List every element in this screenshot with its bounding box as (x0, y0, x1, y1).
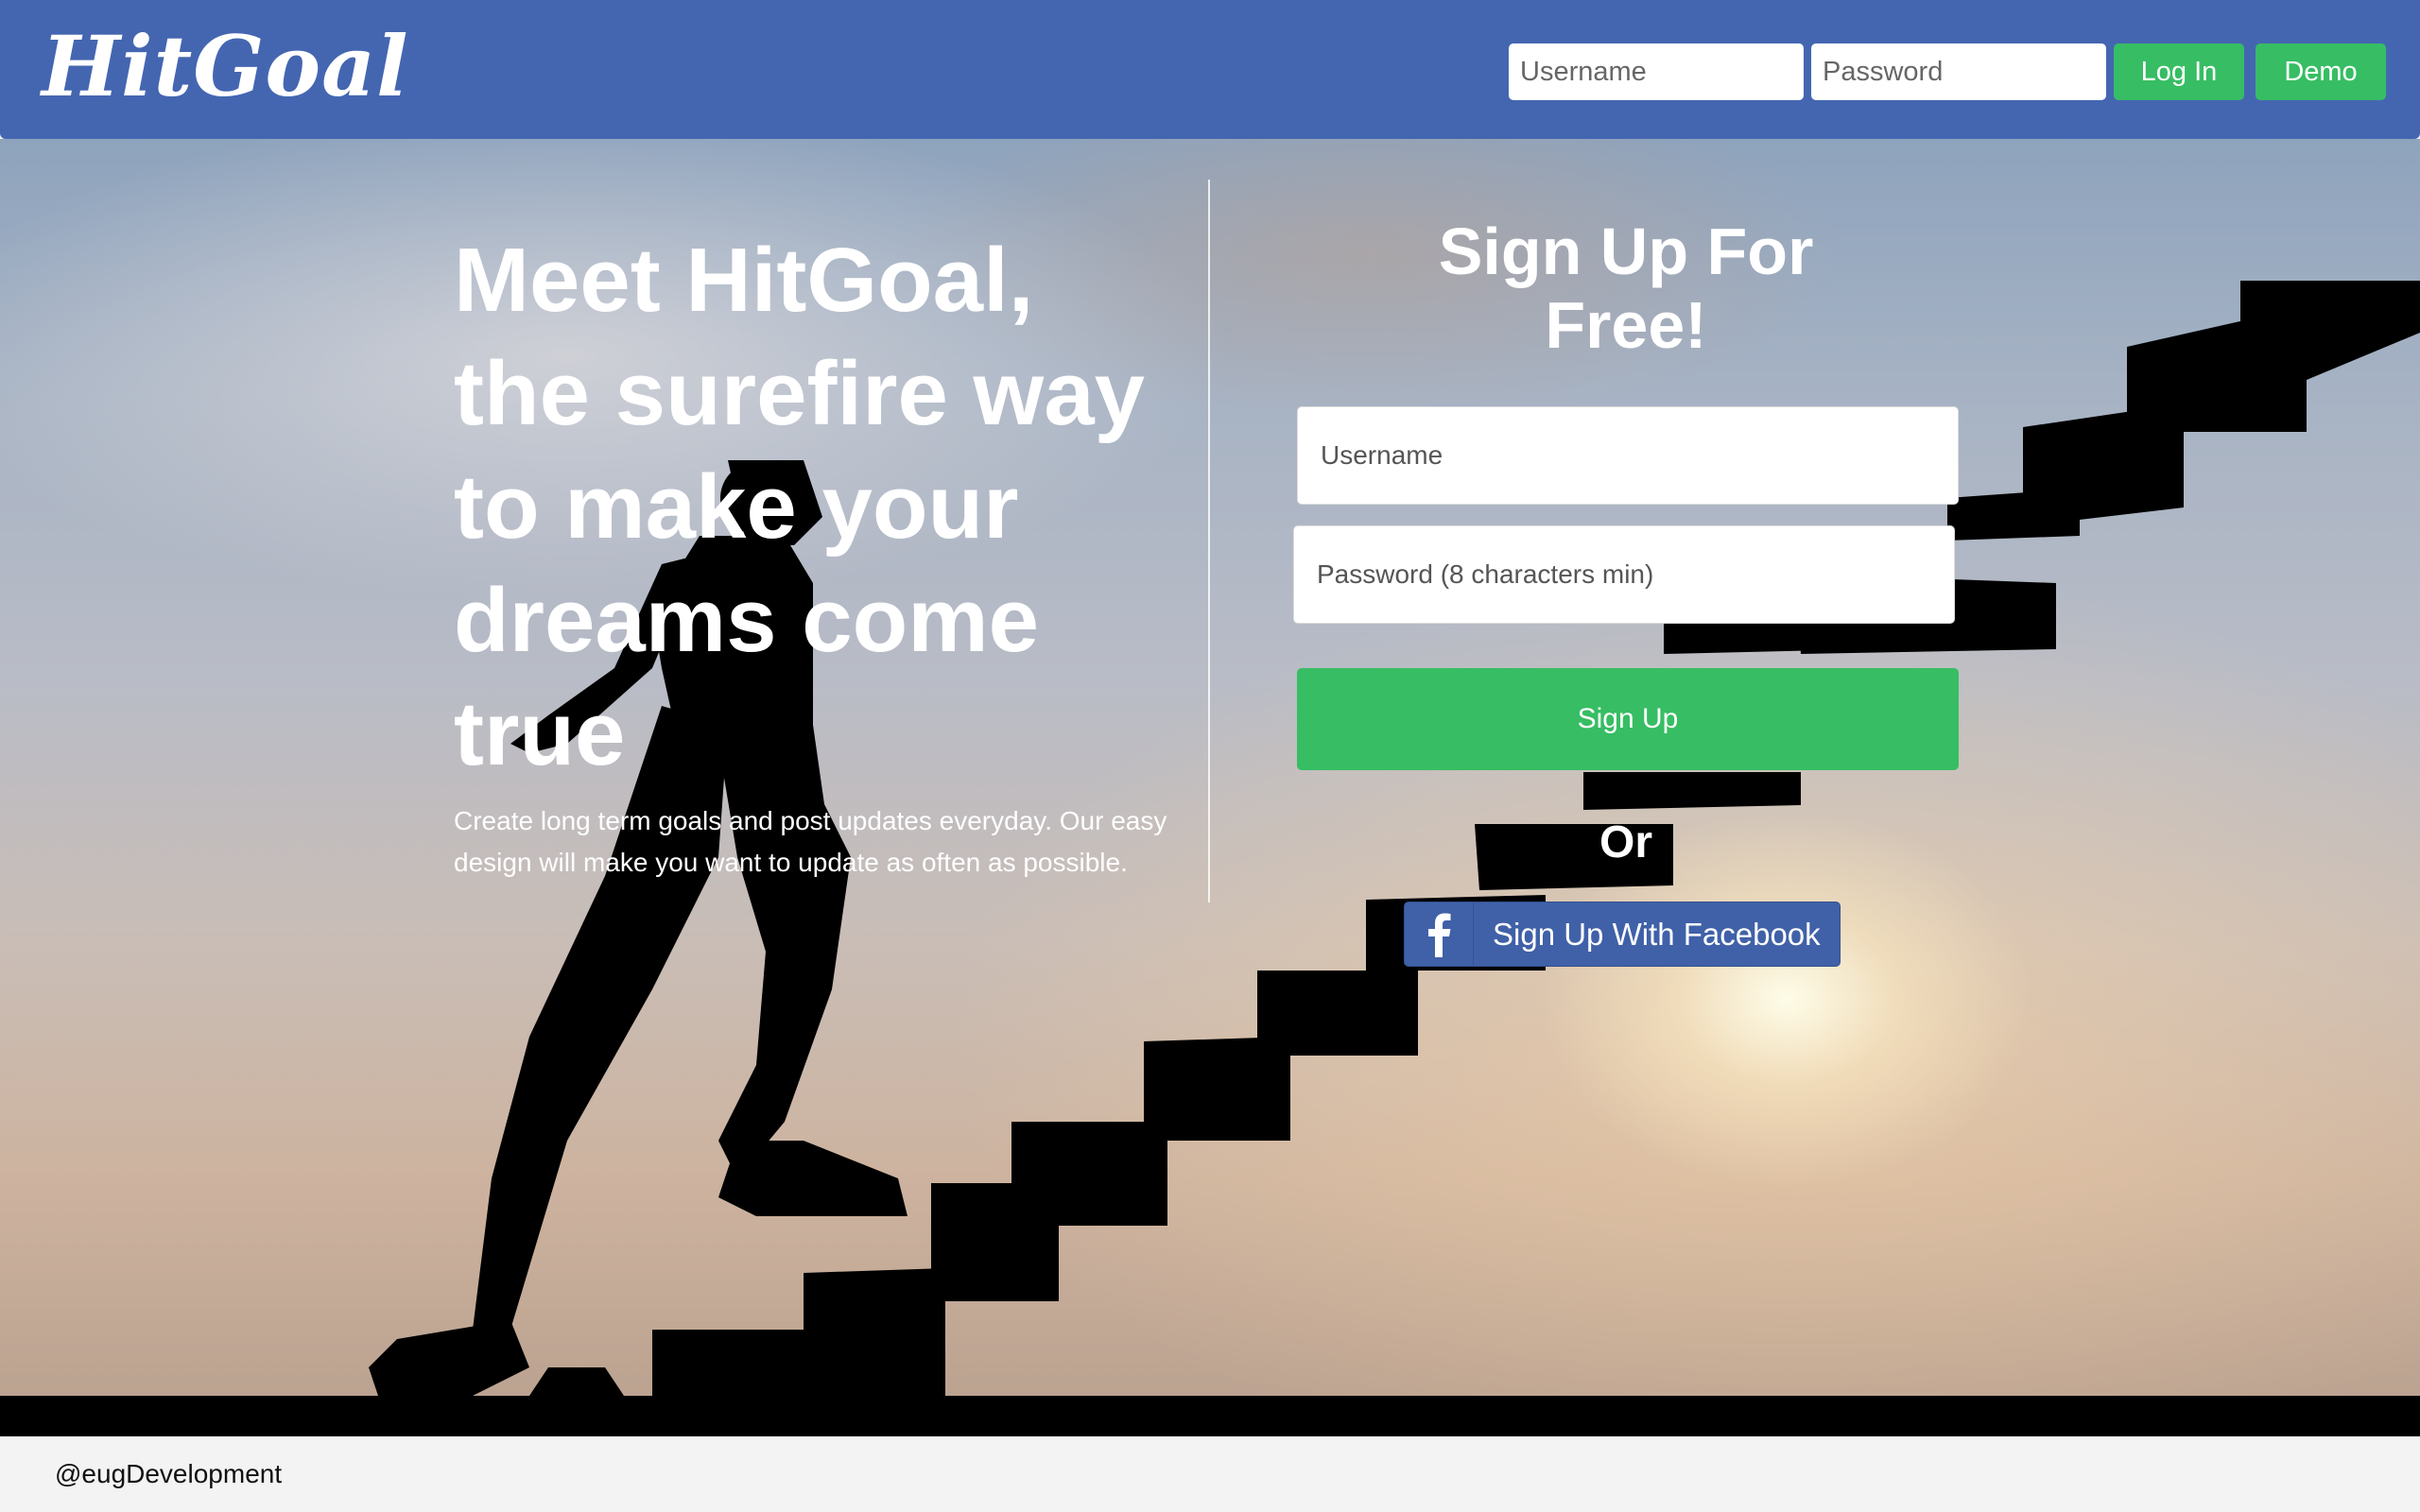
hero-subtext: Create long term goals and post updates … (454, 806, 1167, 877)
hero-divider (1208, 180, 1210, 902)
signup-title: Sign Up For Free! (1438, 215, 1814, 362)
top-navbar: HitGoal Log In Demo (0, 0, 2420, 139)
login-username-input[interactable] (1509, 43, 1804, 100)
signup-username-input[interactable] (1297, 406, 1959, 505)
or-separator: Or (1599, 817, 1652, 868)
facebook-signup-label: Sign Up With Facebook (1493, 917, 1821, 952)
facebook-f-icon (1405, 902, 1474, 966)
footer-handle: @eugDevelopment (55, 1459, 283, 1488)
facebook-signup-button[interactable]: Sign Up With Facebook (1404, 902, 1841, 967)
signup-password-input[interactable] (1293, 525, 1955, 624)
hero-headline: Meet HitGoal, the surefire way to make y… (454, 230, 1145, 784)
staircase-silhouette-image (0, 281, 2420, 1436)
login-button[interactable]: Log In (2114, 43, 2244, 100)
page-footer: @eugDevelopment (0, 1436, 2420, 1512)
hitgoal-logo[interactable]: HitGoal (42, 19, 409, 113)
hero-section: Meet HitGoal, the surefire way to make y… (0, 139, 2420, 1436)
login-password-input[interactable] (1811, 43, 2106, 100)
demo-button[interactable]: Demo (2256, 43, 2386, 100)
signup-button[interactable]: Sign Up (1297, 668, 1959, 770)
